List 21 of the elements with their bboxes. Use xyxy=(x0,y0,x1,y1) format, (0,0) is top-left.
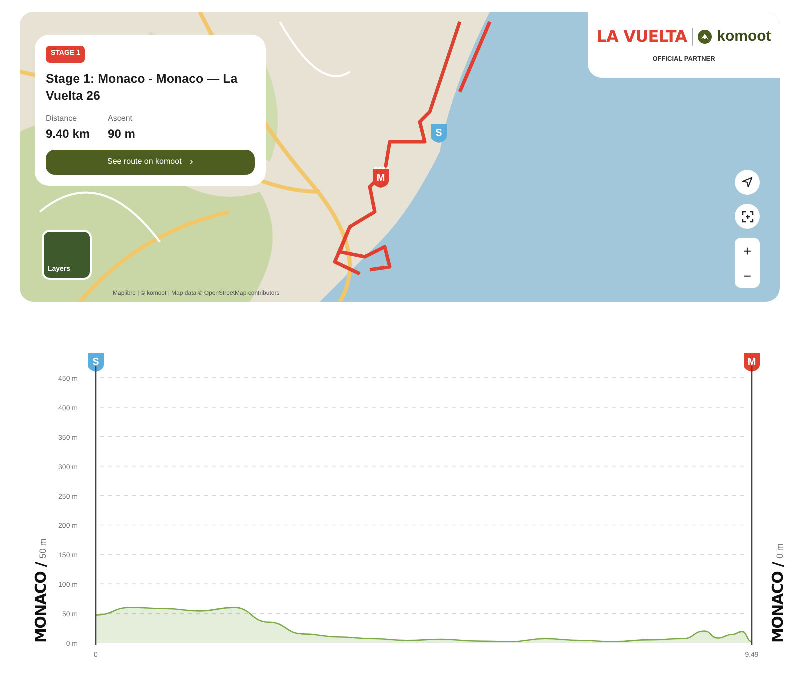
navigation-arrow-icon xyxy=(742,177,753,188)
start-marker: S xyxy=(430,122,448,144)
stat-value: 90 m xyxy=(108,126,136,142)
start-place-label: MONACO / xyxy=(31,562,51,643)
finish-altitude-label: 0 m xyxy=(774,544,786,559)
stage-title: Stage 1: Monaco - Monaco — La Vuelta 26 xyxy=(46,70,239,104)
see-route-button[interactable]: See route on komoot › xyxy=(46,150,255,174)
start-altitude-label: 50 m xyxy=(37,538,49,559)
focus-frame-icon xyxy=(742,210,754,222)
partner-wordmark: komoot xyxy=(717,26,772,47)
zoom-out-button[interactable]: − xyxy=(735,263,760,288)
brand-wordmark: LA VUELTA xyxy=(596,26,688,48)
finish-marker: M xyxy=(743,351,761,373)
finish-place-label: MONACO / xyxy=(768,562,788,643)
stat-label: Ascent xyxy=(108,112,134,124)
zoom-in-button[interactable]: + xyxy=(735,238,760,263)
stat-label: Distance xyxy=(46,112,78,124)
mountain-logo-icon xyxy=(698,30,712,44)
start-marker: S xyxy=(87,351,105,373)
stat-value: 9.40 km xyxy=(46,126,90,142)
finish-marker: M xyxy=(372,167,390,189)
